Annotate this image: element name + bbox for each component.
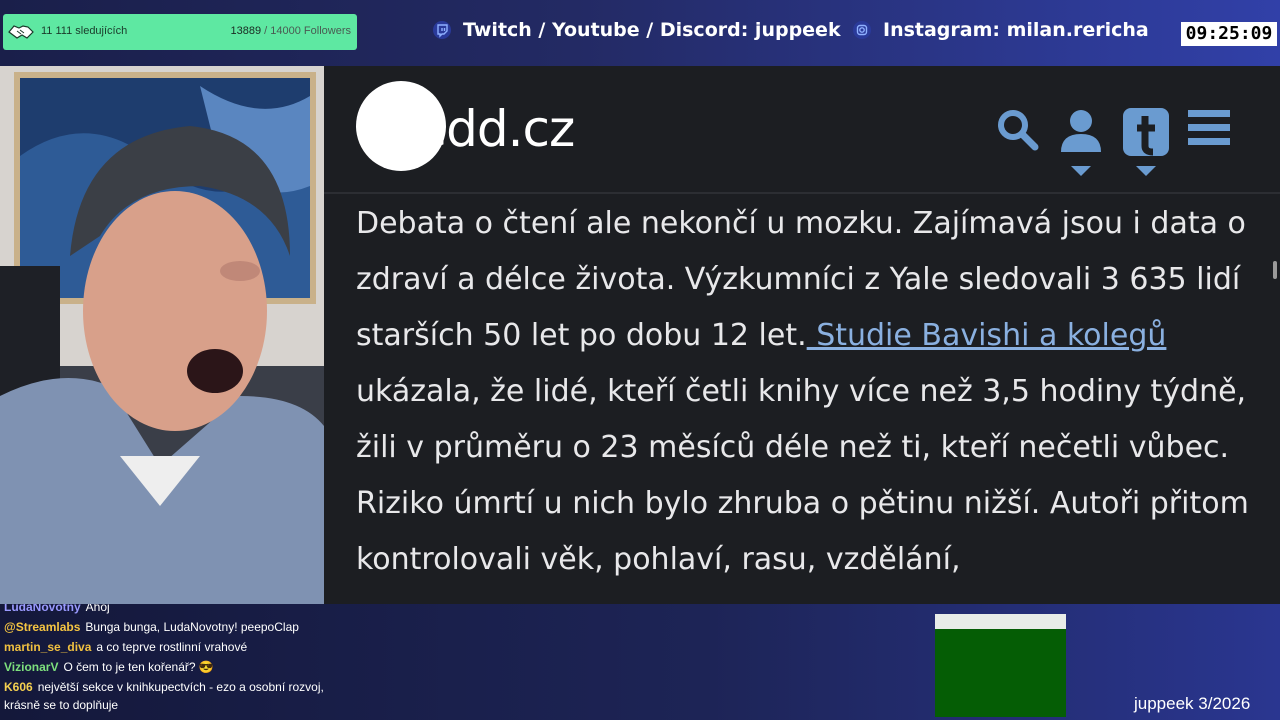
article-text: Debata o čtení ale nekončí u mozku. Zají…: [356, 196, 1256, 588]
twitch-icon: [433, 21, 451, 39]
chat-text: O čem to je ten kořenář? 😎: [63, 660, 214, 674]
social-instagram-text: Instagram: milan.rericha: [883, 19, 1149, 41]
chat-text: největší sekce v knihkupectvích - ezo a …: [4, 680, 324, 712]
webcam-feed: [0, 66, 324, 604]
stream-clock: 09:25:09: [1181, 22, 1277, 46]
search-icon[interactable]: [996, 108, 1040, 152]
follower-goal-widget: 11 111 sledujících 13889 / 14000 Followe…: [3, 14, 357, 50]
tumblr-icon[interactable]: [1121, 108, 1171, 180]
bottom-overlay-bar: LudaNovotny Ahoj @Streamlabs Bunga bunga, …: [0, 604, 1280, 720]
user-icon[interactable]: [1059, 108, 1103, 180]
browser-website: Nedd.cz Debata o čtení ale nekončí u moz…: [324, 66, 1280, 604]
site-logo[interactable]: Nedd.cz: [380, 100, 575, 158]
chat-message: LudaNovotny Ahoj: [4, 604, 334, 616]
green-screen-panel: [935, 614, 1066, 717]
chat-username: K606: [4, 680, 33, 694]
follower-goal-label: 11 111 sledujících: [41, 25, 128, 37]
menu-icon[interactable]: [1188, 108, 1230, 148]
chat-text: a co teprve rostlinní vrahové: [96, 640, 248, 654]
chat-box: LudaNovotny Ahoj @Streamlabs Bunga bunga, …: [4, 604, 334, 716]
chat-username: VizionarV: [4, 660, 59, 674]
follower-target: / 14000 Followers: [264, 25, 351, 37]
site-header: Nedd.cz: [324, 66, 1280, 194]
chat-text: Ahoj: [85, 604, 110, 614]
chat-username: @Streamlabs: [4, 620, 81, 634]
chat-message: K606 největší sekce v knihkupectvích - ez…: [4, 678, 334, 714]
follower-current: 13889: [230, 25, 262, 37]
chat-message: VizionarV O čem to je ten kořenář? 😎: [4, 658, 334, 676]
social-twitch: Twitch / Youtube / Discord: juppeek: [433, 19, 841, 41]
chat-username: martin_se_diva: [4, 640, 92, 654]
chat-message: martin_se_diva a co teprve rostlinní vrah…: [4, 638, 334, 656]
green-panel-strip: [935, 614, 1066, 629]
study-link[interactable]: Studie Bavishi a kolegů: [807, 318, 1166, 353]
scrollbar-thumb[interactable]: [1273, 261, 1277, 279]
instagram-icon: [853, 21, 871, 39]
top-overlay-bar: 11 111 sledujících 13889 / 14000 Followe…: [0, 0, 1280, 66]
social-twitch-text: Twitch / Youtube / Discord: juppeek: [463, 19, 841, 41]
channel-signature: juppeek 3/2026: [1134, 694, 1251, 713]
follower-goal-count: 13889 / 14000 Followers: [231, 25, 351, 37]
chat-text: Bunga bunga, LudaNovotny! peepoClap: [85, 620, 299, 634]
webcam-image: [0, 66, 324, 604]
chat-username: LudaNovotny: [4, 604, 81, 614]
chat-message: @Streamlabs Bunga bunga, LudaNovotny! pee…: [4, 618, 334, 636]
article-paragraph-part2: ukázala, že lidé, kteří četli knihy více…: [356, 374, 1249, 577]
social-instagram: Instagram: milan.rericha: [853, 19, 1149, 41]
handshake-icon: [8, 25, 34, 39]
